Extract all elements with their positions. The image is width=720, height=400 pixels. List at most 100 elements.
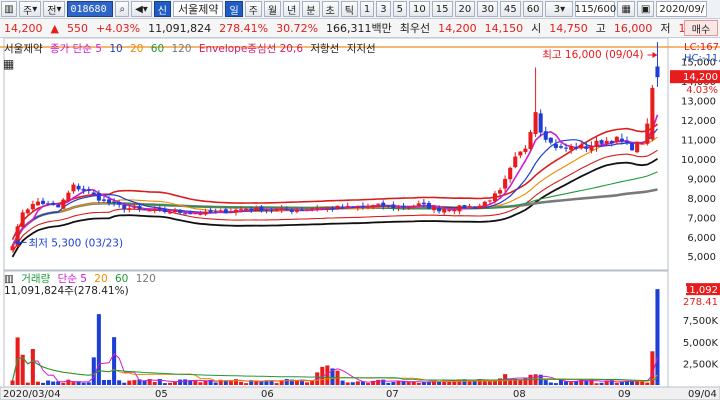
count-field[interactable]: 115/600 (575, 1, 616, 17)
price-tick-label: 8,000 (687, 194, 716, 205)
current-price-label: 14,200 (683, 72, 718, 83)
chart-type-icon[interactable]: ▥ (1, 1, 17, 17)
open-price: 14,750 (549, 21, 588, 35)
candle-body (518, 151, 523, 156)
grid-toggle-icon[interactable]: ▦ (3, 57, 14, 71)
interval-60[interactable]: 60 (522, 1, 544, 17)
candle-body (46, 203, 51, 205)
period-minute[interactable]: 분 (302, 1, 320, 17)
interval-5[interactable]: 5 (392, 1, 408, 17)
price-legend: 서울제약 종가 단순 5 10 20 60 120 Envelope중심선 20… (4, 41, 380, 56)
period-year[interactable]: 년 (283, 1, 301, 17)
interval-1[interactable]: 1 (359, 1, 375, 17)
candle-body (101, 199, 106, 201)
candle-body (35, 201, 40, 206)
volume-ratio: 278.41% (219, 21, 269, 35)
volume-bar (40, 382, 46, 385)
market2-select[interactable]: 전 ▾ (43, 1, 66, 17)
candle-body (345, 205, 350, 208)
legend-ma120: 120 (171, 43, 192, 55)
interval-20[interactable]: 20 (454, 1, 476, 17)
date-tick-label: 05 (155, 389, 168, 400)
candle-body (279, 208, 284, 210)
volume-bar (213, 382, 218, 385)
low-label: 저 (660, 22, 671, 35)
date-tick-label: 07 (386, 389, 399, 400)
volume-bar (244, 383, 249, 385)
candle-body (452, 209, 457, 212)
high-price: 16,000 (613, 21, 653, 35)
volume-bar (198, 382, 203, 385)
volume-bar (239, 381, 244, 385)
candle-body (487, 200, 492, 202)
candle-body (589, 146, 594, 151)
legend-envelope: Envelope중심선 20,6 (198, 43, 304, 55)
price-chart[interactable]: 15,00014,00013,00012,00011,00010,0009,00… (0, 38, 720, 400)
period-day[interactable]: 일 (225, 1, 243, 17)
candle-body (477, 205, 482, 209)
candle-body (289, 209, 294, 212)
candle-body (91, 192, 96, 195)
date-tick-label: 06 (261, 389, 274, 400)
candle-body (650, 87, 655, 140)
candle-body (10, 246, 15, 251)
date-tick-label: 09 (618, 389, 631, 400)
interval-45[interactable]: 45 (499, 1, 521, 17)
volume-bar (228, 380, 233, 385)
candle-body (86, 189, 91, 191)
volume-bar (284, 379, 289, 385)
volume-bar (81, 382, 86, 385)
volume-bar (152, 382, 157, 385)
stock-code-input[interactable]: 018680 (67, 1, 114, 17)
chart-settings-icon[interactable]: ▦ (617, 1, 635, 17)
volume-bar (543, 380, 548, 385)
volume-bar (406, 381, 411, 385)
current-volume-pct: 278.41 (683, 297, 718, 308)
legend-ma10: 10 (109, 43, 123, 55)
candle-body (457, 205, 462, 212)
candle-body (447, 210, 452, 212)
volume-bar (325, 365, 330, 385)
change-percent: +4.03% (95, 21, 141, 35)
volume-bar (91, 357, 96, 385)
period-tick[interactable]: 틱 (340, 1, 358, 17)
volume-bar (101, 380, 106, 385)
candle-body (482, 201, 487, 207)
interval-30[interactable]: 30 (477, 1, 498, 17)
date-tick-label: 09/04 (688, 389, 717, 400)
volume-bar (142, 380, 147, 385)
period-month[interactable]: 월 (263, 1, 282, 17)
volume-bar (127, 380, 132, 385)
candle-body (421, 202, 426, 205)
volume-bar (609, 380, 614, 385)
volume-bar (66, 379, 71, 385)
search-icon[interactable]: ⌕ (115, 1, 130, 17)
speaker-icon[interactable]: ◀▾ (131, 1, 152, 17)
period-week[interactable]: 주 (244, 1, 262, 17)
period-second[interactable]: 초 (321, 1, 339, 17)
quote-bar: 14,200 ▲ 550 +4.03% 11,091,824 278.41% 3… (0, 19, 720, 38)
shin-button[interactable]: 신 (153, 1, 171, 17)
candle-body (157, 208, 162, 210)
interval-15[interactable]: 15 (431, 1, 453, 17)
market-select[interactable]: 주 ▾ (19, 1, 42, 17)
candle-body (619, 138, 624, 142)
interval-10[interactable]: 10 (409, 1, 430, 17)
candle-body (213, 211, 218, 213)
lock-icon[interactable]: ▣ (636, 1, 655, 17)
candle-body (467, 206, 472, 208)
candle-body (325, 207, 330, 209)
price-change: 550 (66, 21, 88, 35)
volume-bar (569, 382, 574, 385)
interval-select[interactable]: 3 ▾ (545, 1, 574, 17)
date-field[interactable]: 2020/09/ (656, 1, 708, 17)
candle-body (193, 213, 198, 215)
candle-body (553, 144, 558, 148)
interval-3[interactable]: 3 (376, 1, 391, 17)
price-tick-label: 9,000 (687, 174, 716, 185)
volume-bar (548, 382, 553, 385)
candle-body (106, 199, 112, 204)
date-tick-label: 2020/03/04 (3, 389, 61, 400)
buy-button[interactable]: 매수 (684, 20, 718, 36)
candle-body (645, 123, 650, 144)
